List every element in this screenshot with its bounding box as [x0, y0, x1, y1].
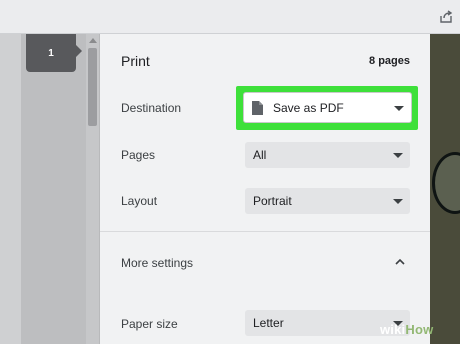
layout-select[interactable]: Portrait: [245, 188, 410, 214]
top-toolbar: [0, 0, 460, 34]
document-icon: [252, 101, 263, 115]
pages-label: Pages: [121, 148, 156, 162]
layout-value: Portrait: [253, 194, 292, 208]
section-divider: [100, 231, 430, 232]
wikihow-prefix: wiki: [380, 322, 406, 337]
more-settings-toggle[interactable]: More settings: [121, 256, 193, 270]
destination-select[interactable]: Save as PDF: [243, 92, 412, 123]
thumbnail-strip: [21, 34, 86, 344]
pages-select[interactable]: All: [245, 142, 410, 168]
chevron-down-icon: [393, 153, 403, 158]
destination-label: Destination: [121, 101, 182, 115]
wikihow-suffix: How: [405, 322, 434, 337]
destination-value: Save as PDF: [273, 101, 344, 115]
layout-label: Layout: [121, 194, 158, 208]
share-icon[interactable]: [439, 10, 453, 24]
page-thumbnail[interactable]: 1: [26, 34, 76, 72]
wikihow-watermark: wikiHow: [380, 322, 433, 337]
paper-size-label: Paper size: [121, 317, 178, 331]
scroll-up-arrow-icon[interactable]: [89, 38, 97, 43]
print-title: Print: [121, 53, 150, 69]
pages-value: All: [253, 148, 267, 162]
chevron-down-icon: [393, 199, 403, 204]
chevron-down-icon: [394, 106, 404, 111]
page-count: 8 pages: [369, 55, 410, 67]
paper-size-value: Letter: [253, 316, 284, 330]
chevron-up-icon[interactable]: [394, 258, 406, 266]
left-gutter: [0, 34, 22, 344]
page-thumbnail-pointer: [76, 45, 82, 57]
page-thumbnail-number: 1: [48, 47, 54, 59]
scrollbar-thumb[interactable]: [88, 48, 97, 126]
